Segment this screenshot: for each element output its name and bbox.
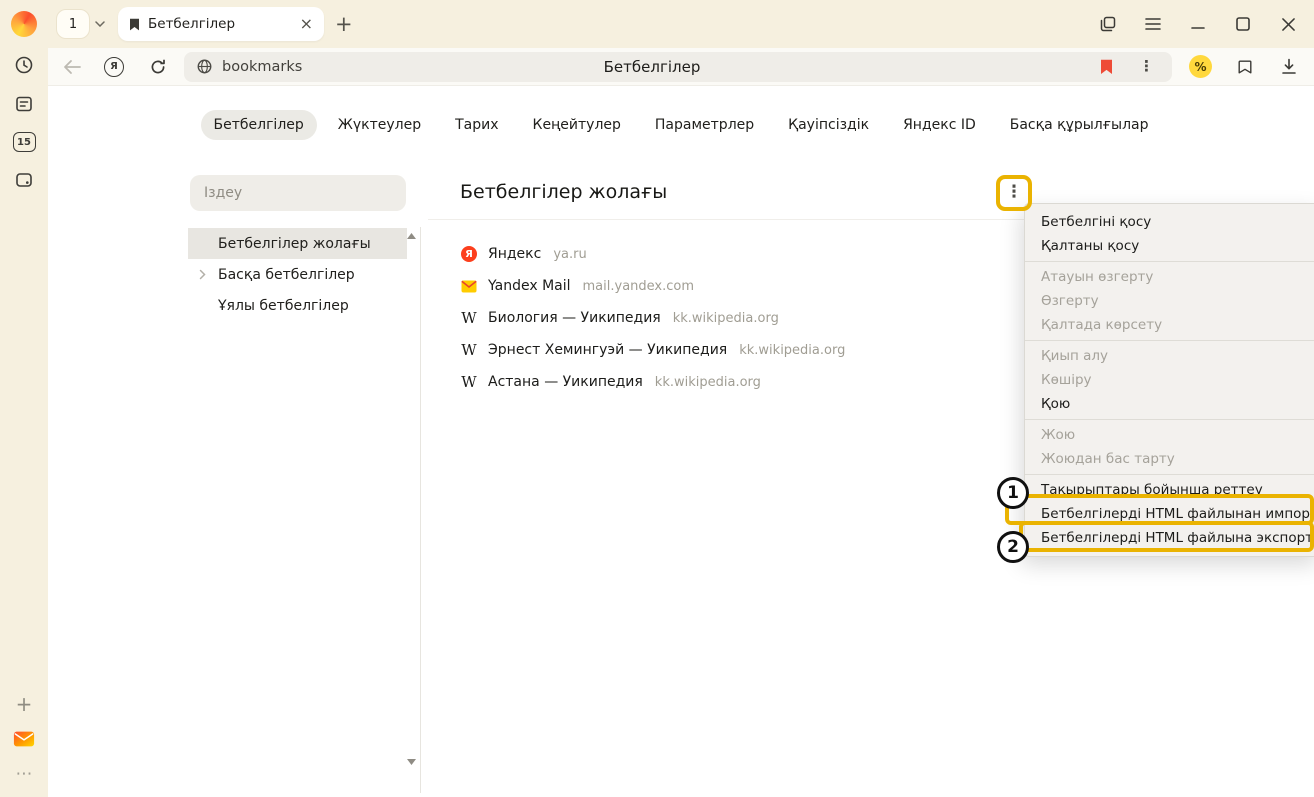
add-panel-icon[interactable]: + <box>13 693 35 715</box>
minimize-icon[interactable] <box>1189 15 1207 33</box>
yandex-favicon: Я <box>461 246 477 262</box>
scroll-down-icon[interactable] <box>407 759 416 765</box>
tab-bar: 1 Бетбелгілер × + <box>48 0 1314 48</box>
menu-item-undo-delete: Жоюдан бас тарту <box>1025 447 1314 471</box>
scroll-up-icon[interactable] <box>407 233 416 239</box>
close-window-icon[interactable] <box>1279 15 1297 33</box>
folder-item-bookmarks-bar[interactable]: Бетбелгілер жолағы <box>188 228 407 259</box>
wikipedia-favicon: W <box>461 311 476 326</box>
menu-item-export-html[interactable]: Бетбелгілерді HTML файлына экспорттау <box>1025 526 1314 550</box>
tab-counter[interactable]: 1 <box>56 9 105 39</box>
bookmark-title: Астана — Уикипедия <box>488 374 643 390</box>
menu-item-sort-by-title[interactable]: Тақырыптары бойынша реттеу <box>1025 478 1314 502</box>
wikipedia-favicon: W <box>461 375 476 390</box>
chevron-right-icon[interactable] <box>199 269 206 280</box>
bookmark-row[interactable]: Я Яндекс ya.ru <box>460 238 1040 270</box>
menu-item-show-in-folder: Қалтада көрсету <box>1025 313 1314 337</box>
date-badge[interactable]: 15 <box>13 132 36 152</box>
bookmark-row[interactable]: W Астана — Уикипедия kk.wikipedia.org <box>460 366 1040 398</box>
back-icon <box>61 56 83 78</box>
folder-item-label: Бетбелгілер жолағы <box>218 236 371 252</box>
bookmark-title: Яндекс <box>488 246 541 262</box>
settings-nav: Бетбелгілер Жүктеулер Тарих Кеңейтулер П… <box>48 110 1314 140</box>
menu-item-copy: Көшіру <box>1025 368 1314 392</box>
browser-toolbar: Я bookmarks Бетбелгілер ⋮ % <box>48 48 1314 86</box>
folder-item-label: Ұялы бетбелгілер <box>218 298 349 314</box>
tab-title: Бетбелгілер <box>148 16 292 32</box>
tab-downloads[interactable]: Жүктеулер <box>325 110 434 140</box>
video-call-icon[interactable] <box>13 169 35 191</box>
panel-divider <box>420 227 421 793</box>
menu-item-rename: Атауын өзгерту <box>1025 265 1314 289</box>
menu-item-add-bookmark[interactable]: Бетбелгіні қосу <box>1025 210 1314 234</box>
address-text: bookmarks <box>222 59 302 75</box>
feed-icon[interactable] <box>13 93 35 115</box>
bookmark-title: Yandex Mail <box>488 278 571 294</box>
header-divider <box>428 219 1046 220</box>
plus-points-icon[interactable]: % <box>1189 55 1212 78</box>
folder-item-other-bookmarks[interactable]: Басқа бетбелгілер <box>188 259 407 290</box>
maximize-icon[interactable] <box>1234 15 1252 33</box>
bookmark-url: kk.wikipedia.org <box>655 375 761 390</box>
more-icon[interactable]: ⋯ <box>13 763 35 785</box>
collections-icon[interactable] <box>1234 56 1256 78</box>
browser-side-rail: 15 + ⋯ <box>0 0 48 797</box>
folder-header: Бетбелгілер жолағы <box>460 181 667 203</box>
context-menu: Бетбелгіні қосу Қалтаны қосу Атауын өзге… <box>1024 203 1314 557</box>
page-title: Бетбелгілер <box>604 58 701 76</box>
folder-item-label: Басқа бетбелгілер <box>218 267 355 283</box>
tab-other-devices[interactable]: Басқа құрылғылар <box>997 110 1162 140</box>
folder-item-mobile-bookmarks[interactable]: Ұялы бетбелгілер <box>188 290 407 321</box>
menu-item-edit: Өзгерту <box>1025 289 1314 313</box>
yandex-browser-window: 15 + ⋯ 1 Бетбелгілер × + <box>0 0 1314 797</box>
menu-item-import-html[interactable]: Бетбелгілерді HTML файлынан импорттау <box>1025 502 1314 526</box>
tab-settings[interactable]: Параметрлер <box>642 110 767 140</box>
window-controls <box>1099 15 1314 33</box>
active-tab[interactable]: Бетбелгілер × <box>118 7 324 41</box>
bookmark-title: Эрнест Хемингуэй — Уикипедия <box>488 342 727 358</box>
tab-history[interactable]: Тарих <box>442 110 511 140</box>
bookmark-row[interactable]: W Эрнест Хемингуэй — Уикипедия kk.wikipe… <box>460 334 1040 366</box>
tab-count: 1 <box>56 9 90 39</box>
chevron-down-icon <box>95 21 105 27</box>
tab-security[interactable]: Қауіпсіздік <box>775 110 882 140</box>
globe-icon <box>196 58 213 75</box>
yandex-home-icon[interactable]: Я <box>104 57 124 77</box>
menu-item-add-folder[interactable]: Қалтаны қосу <box>1025 234 1314 258</box>
menu-icon[interactable] <box>1144 15 1162 33</box>
close-tab-icon[interactable]: × <box>300 16 313 32</box>
bookmark-icon <box>129 18 140 31</box>
bookmark-url: kk.wikipedia.org <box>673 311 779 326</box>
folders-list: Бетбелгілер жолағы Басқа бетбелгілер Ұял… <box>188 228 407 321</box>
browser-logo[interactable] <box>11 11 37 37</box>
refresh-icon[interactable] <box>147 56 169 78</box>
bookmark-title: Биология — Уикипедия <box>488 310 661 326</box>
panels-icon[interactable] <box>1099 15 1117 33</box>
bookmark-flag-icon[interactable] <box>1100 59 1113 75</box>
tab-yandex-id[interactable]: Яндекс ID <box>890 110 989 140</box>
wikipedia-favicon: W <box>461 343 476 358</box>
mail-icon[interactable] <box>13 728 35 750</box>
bookmark-url: mail.yandex.com <box>583 279 695 294</box>
bookmarks-list: Я Яндекс ya.ru Yandex Mail mail.yandex.c… <box>460 238 1040 398</box>
tab-extensions[interactable]: Кеңейтулер <box>520 110 634 140</box>
mail-favicon <box>460 280 478 293</box>
search-input[interactable] <box>190 175 406 211</box>
address-bar[interactable]: bookmarks Бетбелгілер ⋮ <box>184 52 1172 82</box>
menu-item-paste[interactable]: Қою <box>1025 392 1314 416</box>
history-icon[interactable] <box>13 54 35 76</box>
download-icon[interactable] <box>1278 56 1300 78</box>
new-tab-button[interactable]: + <box>335 14 353 35</box>
bookmark-url: ya.ru <box>553 247 586 262</box>
bookmark-url: kk.wikipedia.org <box>739 343 845 358</box>
menu-item-cut: Қиып алу <box>1025 344 1314 368</box>
tab-bookmarks[interactable]: Бетбелгілер <box>201 110 317 140</box>
address-more-icon[interactable]: ⋮ <box>1139 59 1154 74</box>
bookmark-row[interactable]: W Биология — Уикипедия kk.wikipedia.org <box>460 302 1040 334</box>
bookmark-row[interactable]: Yandex Mail mail.yandex.com <box>460 270 1040 302</box>
menu-item-delete: Жою <box>1025 423 1314 447</box>
